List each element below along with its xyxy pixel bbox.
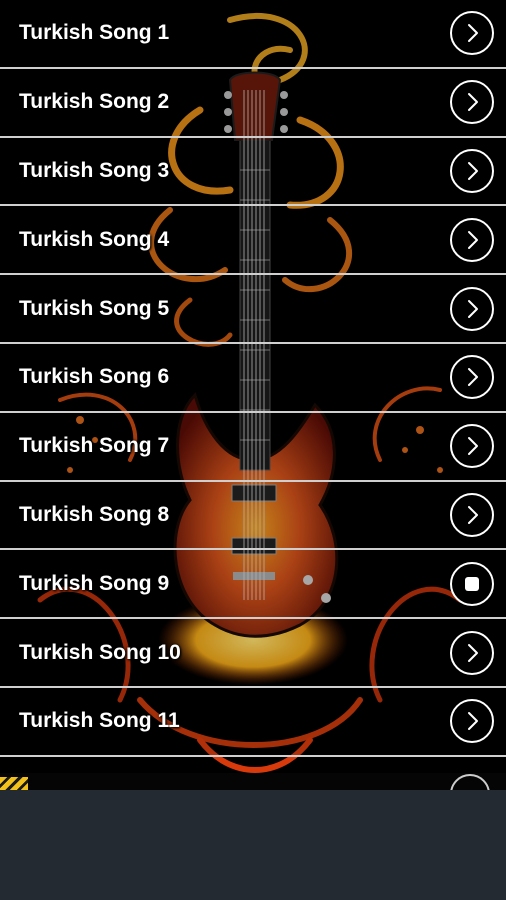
stop-button[interactable]	[450, 561, 494, 606]
chevron-right-icon	[468, 505, 478, 524]
chevron-right-icon	[468, 437, 478, 456]
ad-action-icon[interactable]	[450, 774, 490, 790]
song-title: Turkish Song 11	[19, 709, 180, 733]
song-title: Turkish Song 7	[19, 434, 170, 458]
song-row[interactable]: Turkish Song 4	[0, 206, 506, 276]
song-title: Turkish Song 3	[19, 158, 170, 182]
play-button[interactable]	[450, 355, 494, 400]
song-row[interactable]: Turkish Song 1	[0, 0, 506, 69]
song-title: Turkish Song 5	[19, 296, 170, 320]
chevron-right-icon	[468, 161, 478, 180]
song-row[interactable]: Turkish Song 6	[0, 343, 506, 413]
chevron-right-icon	[468, 643, 478, 662]
play-button[interactable]	[450, 80, 494, 125]
song-row[interactable]: Turkish Song 8	[0, 481, 506, 551]
chevron-right-icon	[468, 93, 478, 112]
song-list-screen: Turkish Song 1 Turkish Song 2 Turkish Song…	[0, 0, 506, 790]
song-row[interactable]: Turkish Song 5	[0, 275, 506, 344]
song-title: Turkish Song 9	[19, 571, 170, 595]
stop-icon	[465, 576, 479, 591]
chevron-right-icon	[468, 712, 478, 731]
song-title: Turkish Song 10	[19, 640, 181, 664]
chevron-right-icon	[468, 230, 478, 249]
song-list: Turkish Song 1 Turkish Song 2 Turkish Song…	[0, 0, 506, 757]
play-button[interactable]	[450, 148, 494, 193]
song-title: Turkish Song 2	[19, 90, 170, 114]
play-button[interactable]	[450, 492, 494, 537]
bottom-panel	[0, 790, 506, 900]
play-button[interactable]	[450, 286, 494, 331]
song-title: Turkish Song 4	[19, 227, 170, 251]
chevron-right-icon	[468, 24, 478, 43]
play-button[interactable]	[450, 217, 494, 262]
song-title: Turkish Song 1	[19, 21, 170, 45]
play-button[interactable]	[450, 424, 494, 469]
play-button[interactable]	[450, 630, 494, 675]
song-row[interactable]: Turkish Song 11	[0, 687, 506, 757]
song-title: Turkish Song 6	[19, 365, 170, 389]
song-row[interactable]: Turkish Song 2	[0, 68, 506, 138]
song-row[interactable]: Turkish Song 9	[0, 550, 506, 620]
song-row[interactable]: Turkish Song 10	[0, 619, 506, 688]
song-title: Turkish Song 8	[19, 502, 170, 526]
song-row[interactable]: Turkish Song 7	[0, 412, 506, 482]
chevron-right-icon	[468, 368, 478, 387]
banner-ad[interactable]	[0, 773, 506, 790]
chevron-right-icon	[468, 299, 478, 318]
song-row[interactable]: Turkish Song 3	[0, 137, 506, 207]
play-button[interactable]	[450, 11, 494, 56]
ad-logo	[0, 777, 28, 790]
play-button[interactable]	[450, 699, 494, 744]
